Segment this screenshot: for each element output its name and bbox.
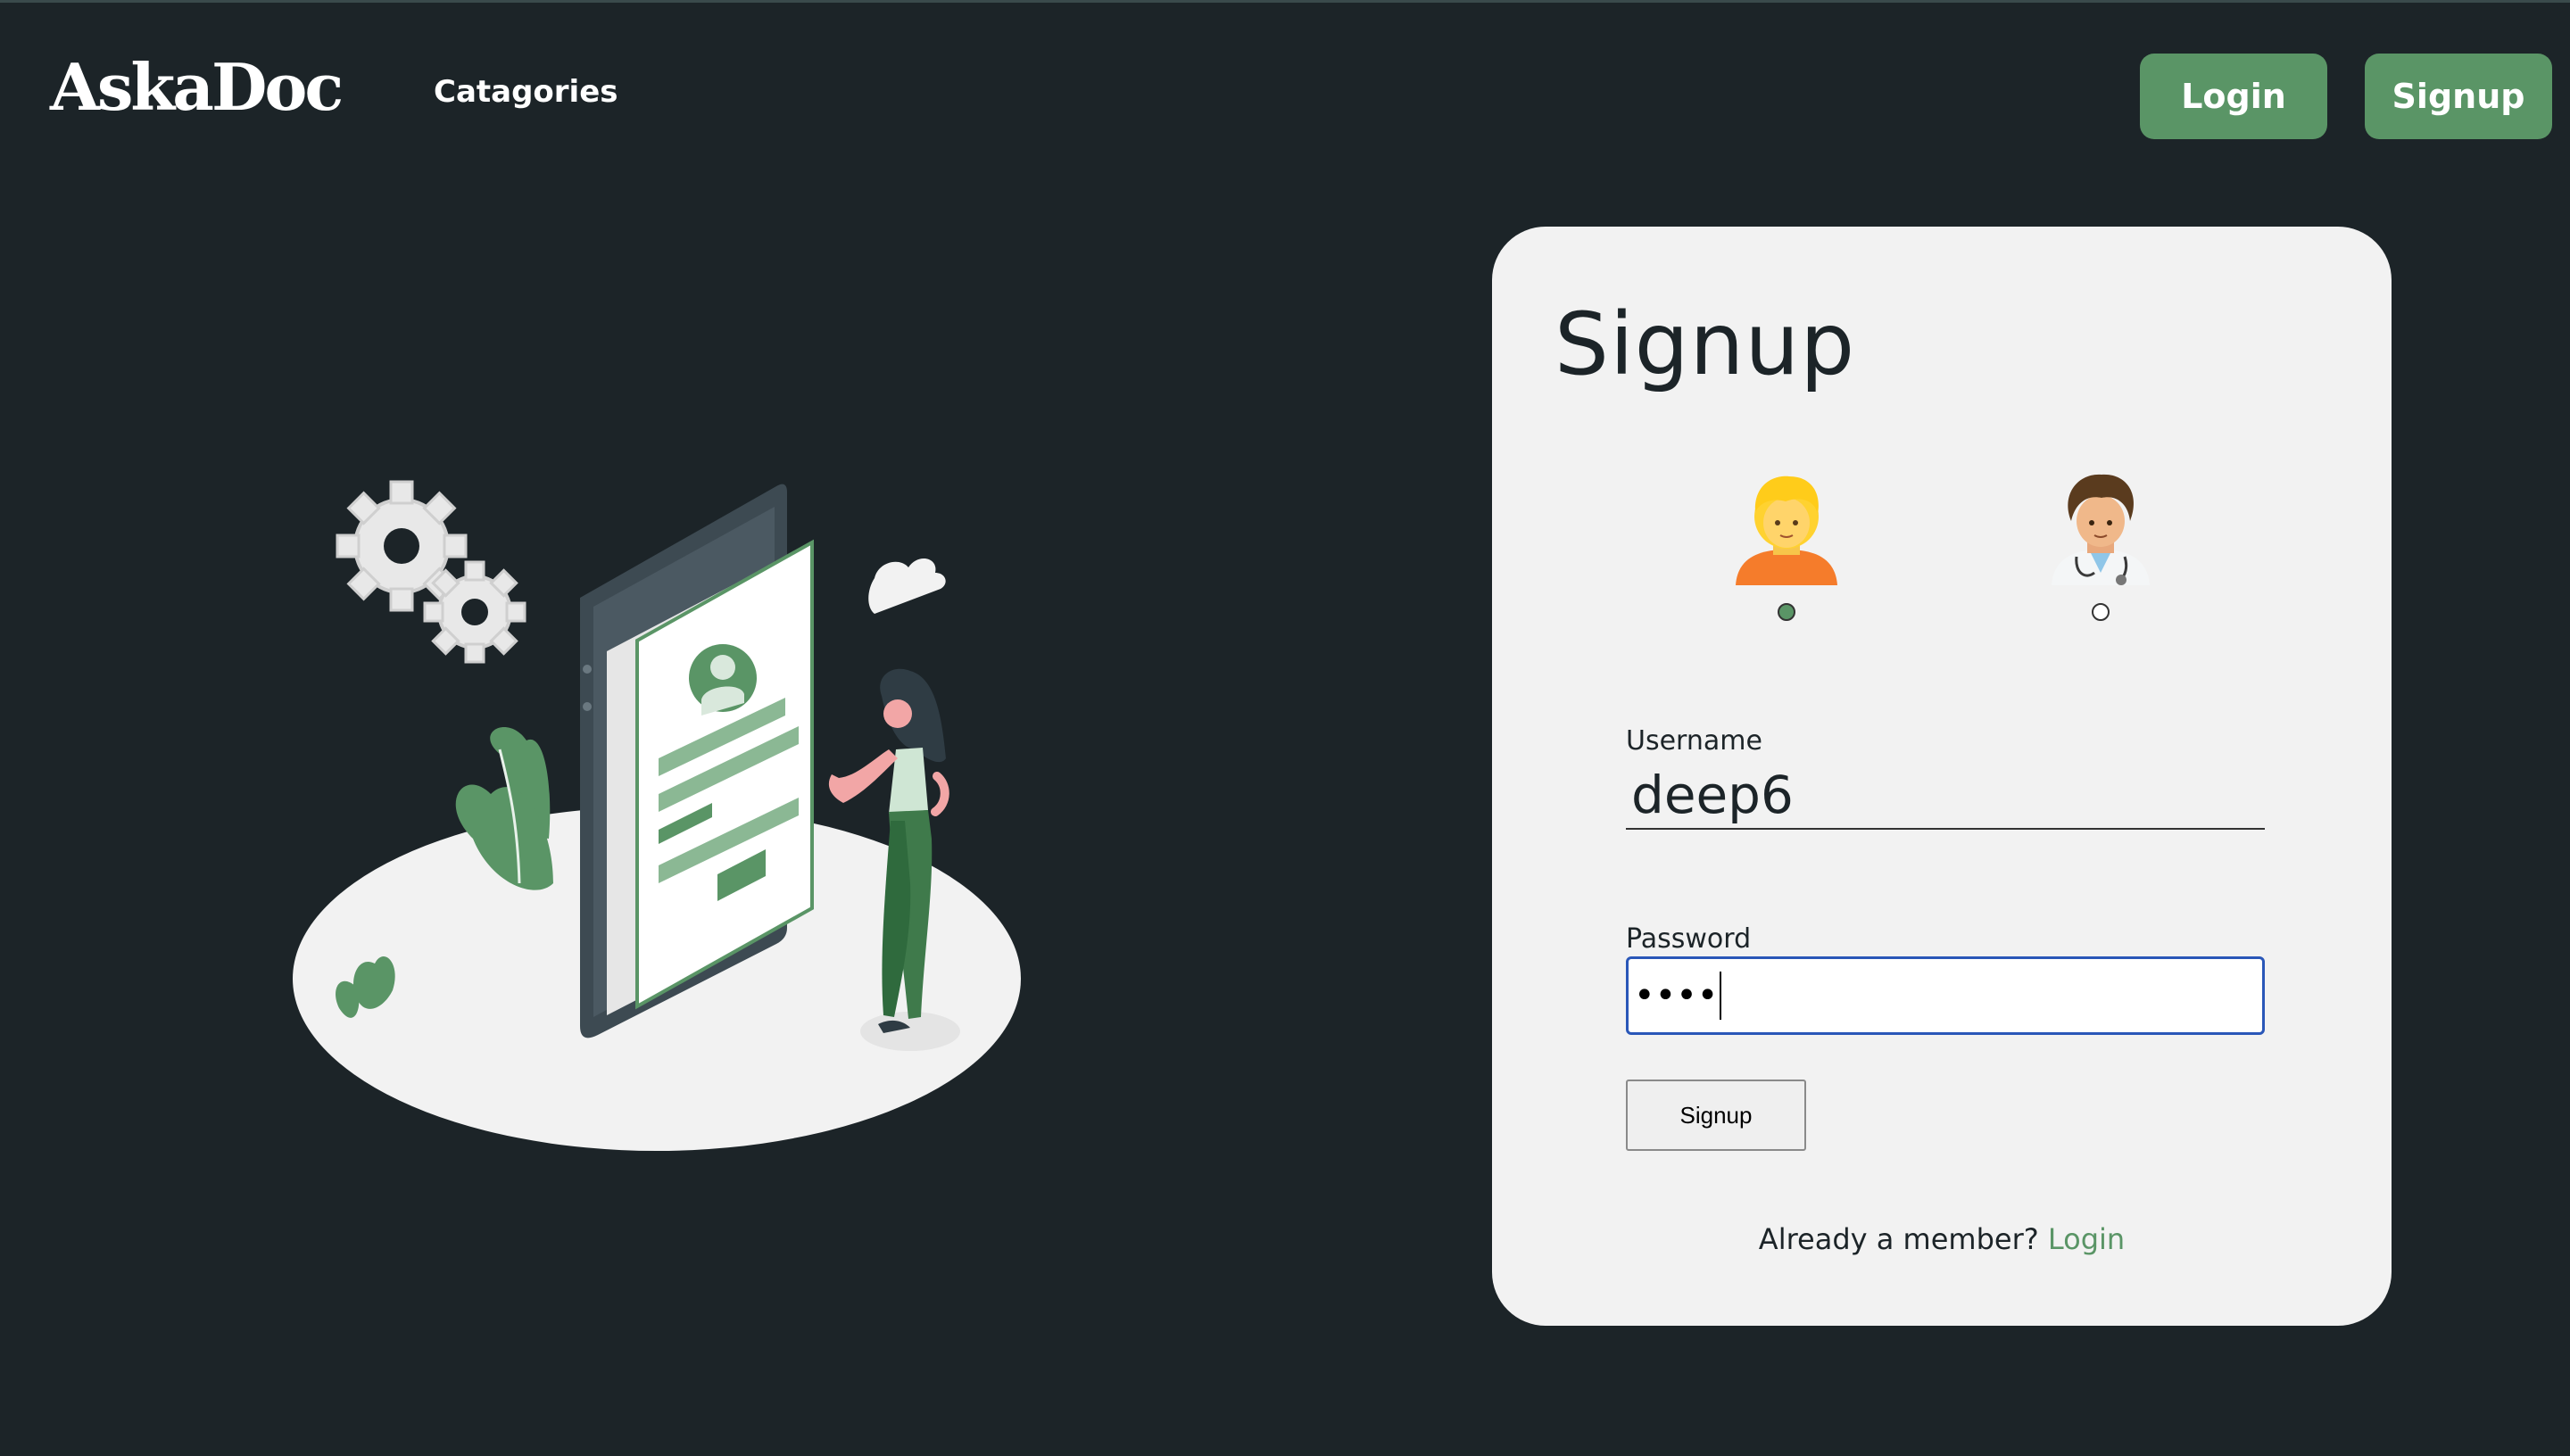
nav-signup-button[interactable]: Signup [2365, 54, 2552, 139]
signup-illustration [293, 480, 1021, 1151]
member-line: Already a member? Login [1492, 1222, 2392, 1256]
patient-emoji-icon [1736, 476, 1837, 585]
signup-submit-button[interactable]: Signup [1626, 1080, 1806, 1151]
password-label: Password [1626, 923, 1752, 955]
nav-link-catagories[interactable]: Catagories [434, 77, 618, 107]
password-input[interactable]: •••• [1626, 956, 2265, 1035]
top-border [0, 0, 2570, 3]
site-logo[interactable]: AskaDoc [50, 55, 344, 120]
username-input[interactable] [1626, 762, 2265, 830]
role-option-patient[interactable] [1724, 467, 1849, 621]
doctor-emoji-icon [2052, 474, 2150, 585]
member-text: Already a member? [1758, 1222, 2039, 1256]
text-caret [1720, 972, 1722, 1020]
nav-login-button[interactable]: Login [2140, 54, 2327, 139]
signup-card: Signup Username deep6 Password •••• Sign… [1492, 227, 2392, 1326]
radio-patient[interactable] [1778, 603, 1795, 621]
gear-small-icon [423, 560, 526, 664]
role-option-doctor[interactable] [2038, 467, 2163, 621]
login-link[interactable]: Login [2048, 1222, 2125, 1256]
radio-doctor[interactable] [2092, 603, 2110, 621]
cloud-icon [868, 558, 946, 614]
username-label: Username [1626, 725, 1762, 757]
signup-title: Signup [1554, 294, 1856, 394]
password-masked-value: •••• [1634, 975, 1719, 1016]
